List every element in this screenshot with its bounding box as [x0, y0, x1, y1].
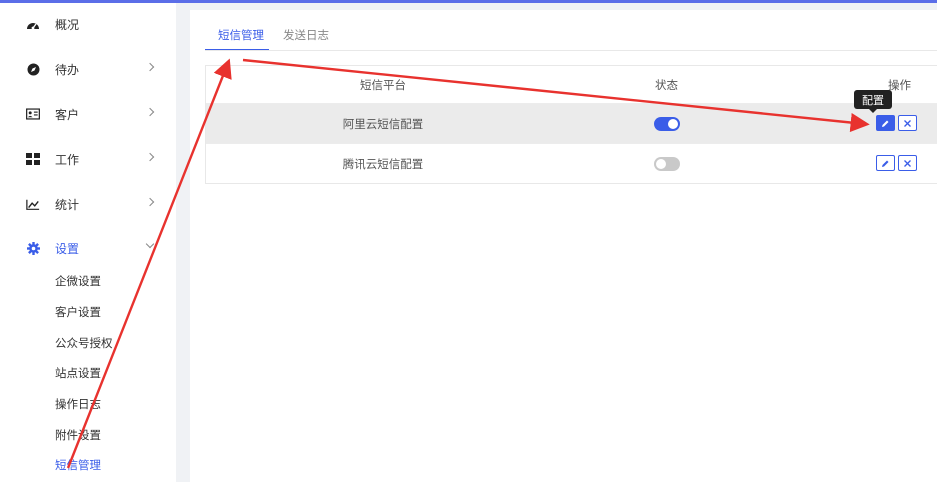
column-header-actions: 操作 — [888, 77, 911, 92]
chevron-right-icon — [145, 107, 155, 117]
sidebar-item-label: 概况 — [55, 18, 80, 32]
main-panel: 短信管理 发送日志 短信平台 状态 操作 阿里云短信配置 腾讯云短信配置 — [190, 10, 937, 482]
configure-button[interactable] — [876, 115, 895, 131]
sms-platform-table: 短信平台 状态 操作 阿里云短信配置 腾讯云短信配置 — [205, 65, 937, 184]
pencil-icon — [882, 120, 889, 127]
status-toggle[interactable] — [653, 156, 680, 171]
pencil-icon — [882, 160, 889, 167]
sidebar-item-settings[interactable]: 设置 — [0, 239, 176, 259]
test-button[interactable] — [898, 155, 917, 171]
sidebar-sub-item-site-settings[interactable]: 站点设置 — [55, 365, 101, 381]
expand-icon — [904, 159, 911, 167]
sidebar-sub-item-official-account[interactable]: 公众号授权 — [55, 335, 113, 351]
sidebar-item-label: 客户 — [55, 108, 80, 122]
status-toggle[interactable] — [653, 116, 680, 131]
sidebar-item-stats[interactable]: 统计 — [0, 195, 176, 215]
sidebar-item-overview[interactable]: 概况 — [0, 15, 176, 35]
status-cell — [560, 104, 773, 143]
sidebar-item-todo[interactable]: 待办 — [0, 60, 176, 80]
table-row: 阿里云短信配置 — [206, 104, 937, 144]
gear-icon — [26, 241, 40, 255]
sidebar-item-label: 统计 — [55, 198, 80, 212]
chevron-right-icon — [145, 197, 155, 207]
chevron-right-icon — [145, 152, 155, 162]
sidebar-sub-item-wecom[interactable]: 企微设置 — [55, 273, 101, 289]
platform-name: 阿里云短信配置 — [342, 116, 424, 131]
tab-sms-management[interactable]: 短信管理 — [218, 25, 264, 45]
sidebar-sub-item-sms-management[interactable]: 短信管理 — [55, 457, 101, 473]
actions-cell — [773, 104, 937, 143]
tab-send-log[interactable]: 发送日志 — [283, 25, 329, 45]
status-cell — [560, 144, 773, 183]
test-button[interactable] — [898, 115, 917, 131]
chevron-down-icon — [145, 239, 155, 249]
sidebar: 概况 待办 客户 工作 统计 设置 企微设置 客户设置 公众号授权 站点设置 操… — [0, 3, 176, 482]
column-header-platform: 短信平台 — [360, 77, 406, 92]
grid-icon — [26, 152, 40, 166]
sidebar-sub-item-operation-log[interactable]: 操作日志 — [55, 396, 101, 412]
dashboard-icon — [26, 17, 40, 31]
table-header-row: 短信平台 状态 操作 — [206, 66, 937, 104]
toggle-knob — [667, 118, 678, 129]
line-chart-icon — [26, 197, 40, 211]
toggle-knob — [655, 158, 666, 169]
column-header-status: 状态 — [655, 77, 678, 92]
sidebar-item-customer[interactable]: 客户 — [0, 105, 176, 125]
sidebar-item-label: 待办 — [55, 63, 80, 77]
contact-card-icon — [26, 107, 40, 121]
table-row: 腾讯云短信配置 — [206, 144, 937, 183]
sidebar-sub-item-attachment[interactable]: 附件设置 — [55, 427, 101, 443]
tooltip-arrow — [869, 109, 877, 113]
sidebar-item-label: 工作 — [55, 153, 80, 167]
sidebar-sub-item-customer-settings[interactable]: 客户设置 — [55, 304, 101, 320]
tabs-divider — [205, 50, 937, 51]
actions-cell — [773, 144, 937, 183]
sidebar-item-label: 设置 — [55, 242, 80, 256]
sidebar-item-work[interactable]: 工作 — [0, 150, 176, 170]
expand-icon — [904, 119, 911, 127]
configure-button[interactable] — [876, 155, 895, 171]
configure-tooltip: 配置 — [854, 90, 892, 109]
platform-name: 腾讯云短信配置 — [342, 156, 424, 171]
compass-icon — [26, 62, 40, 76]
chevron-right-icon — [145, 62, 155, 72]
